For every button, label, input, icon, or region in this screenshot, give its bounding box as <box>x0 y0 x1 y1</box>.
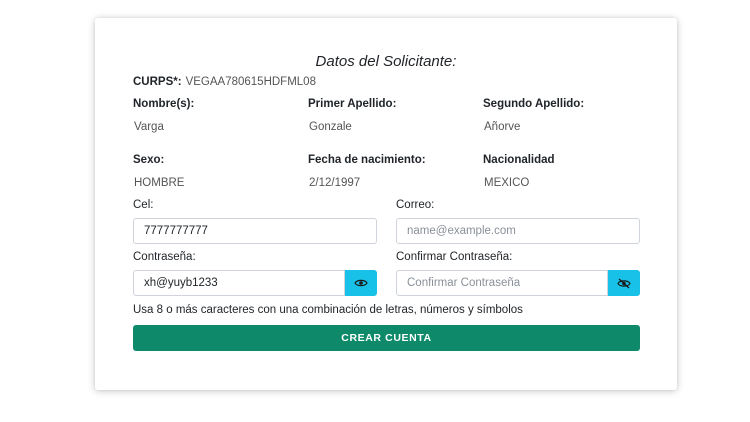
segundo-apellido-value: Añorve <box>484 121 521 133</box>
confirm-password-input[interactable]: Confirmar Contraseña <box>396 270 608 296</box>
cel-input[interactable]: 7777777777 <box>133 218 377 244</box>
sexo-value: HOMBRE <box>134 177 185 189</box>
eye-slash-icon <box>617 278 631 288</box>
nacionalidad-label: Nacionalidad <box>483 154 555 166</box>
sexo-label: Sexo: <box>133 154 165 166</box>
correo-input[interactable]: name@example.com <box>396 218 640 244</box>
curps-value: VEGAA780615HDFML08 <box>185 76 316 88</box>
password-label: Contraseña: <box>133 251 196 263</box>
nacionalidad-value: MEXICO <box>484 177 530 189</box>
form-title: Datos del Solicitante: <box>315 53 457 70</box>
registration-card: Datos del Solicitante: CURPS*: VEGAA78061… <box>95 18 677 390</box>
curps-row: CURPS*: VEGAA780615HDFML08 <box>133 76 318 88</box>
primer-apellido-value: Gonzale <box>309 121 352 133</box>
eye-icon <box>354 279 368 287</box>
primer-apellido-label: Primer Apellido: <box>308 98 397 110</box>
confirm-password-label: Confirmar Contraseña: <box>396 251 513 263</box>
nombre-value: Varga <box>134 121 164 133</box>
password-hint: Usa 8 o más caracteres con una combinaci… <box>133 304 523 316</box>
curps-label: CURPS*: <box>133 76 182 88</box>
fecha-nacimiento-label: Fecha de nacimiento: <box>308 154 426 166</box>
nombre-label: Nombre(s): <box>133 98 195 110</box>
segundo-apellido-label: Segundo Apellido: <box>483 98 585 110</box>
password-input[interactable]: xh@yuyb1233 <box>133 270 345 296</box>
correo-label: Correo: <box>396 199 435 211</box>
create-account-button[interactable]: CREAR CUENTA <box>133 325 640 351</box>
fecha-nacimiento-value: 2/12/1997 <box>309 177 361 189</box>
toggle-password-button[interactable] <box>345 270 377 296</box>
toggle-confirm-password-button[interactable] <box>608 270 640 296</box>
cel-label: Cel: <box>133 199 154 211</box>
